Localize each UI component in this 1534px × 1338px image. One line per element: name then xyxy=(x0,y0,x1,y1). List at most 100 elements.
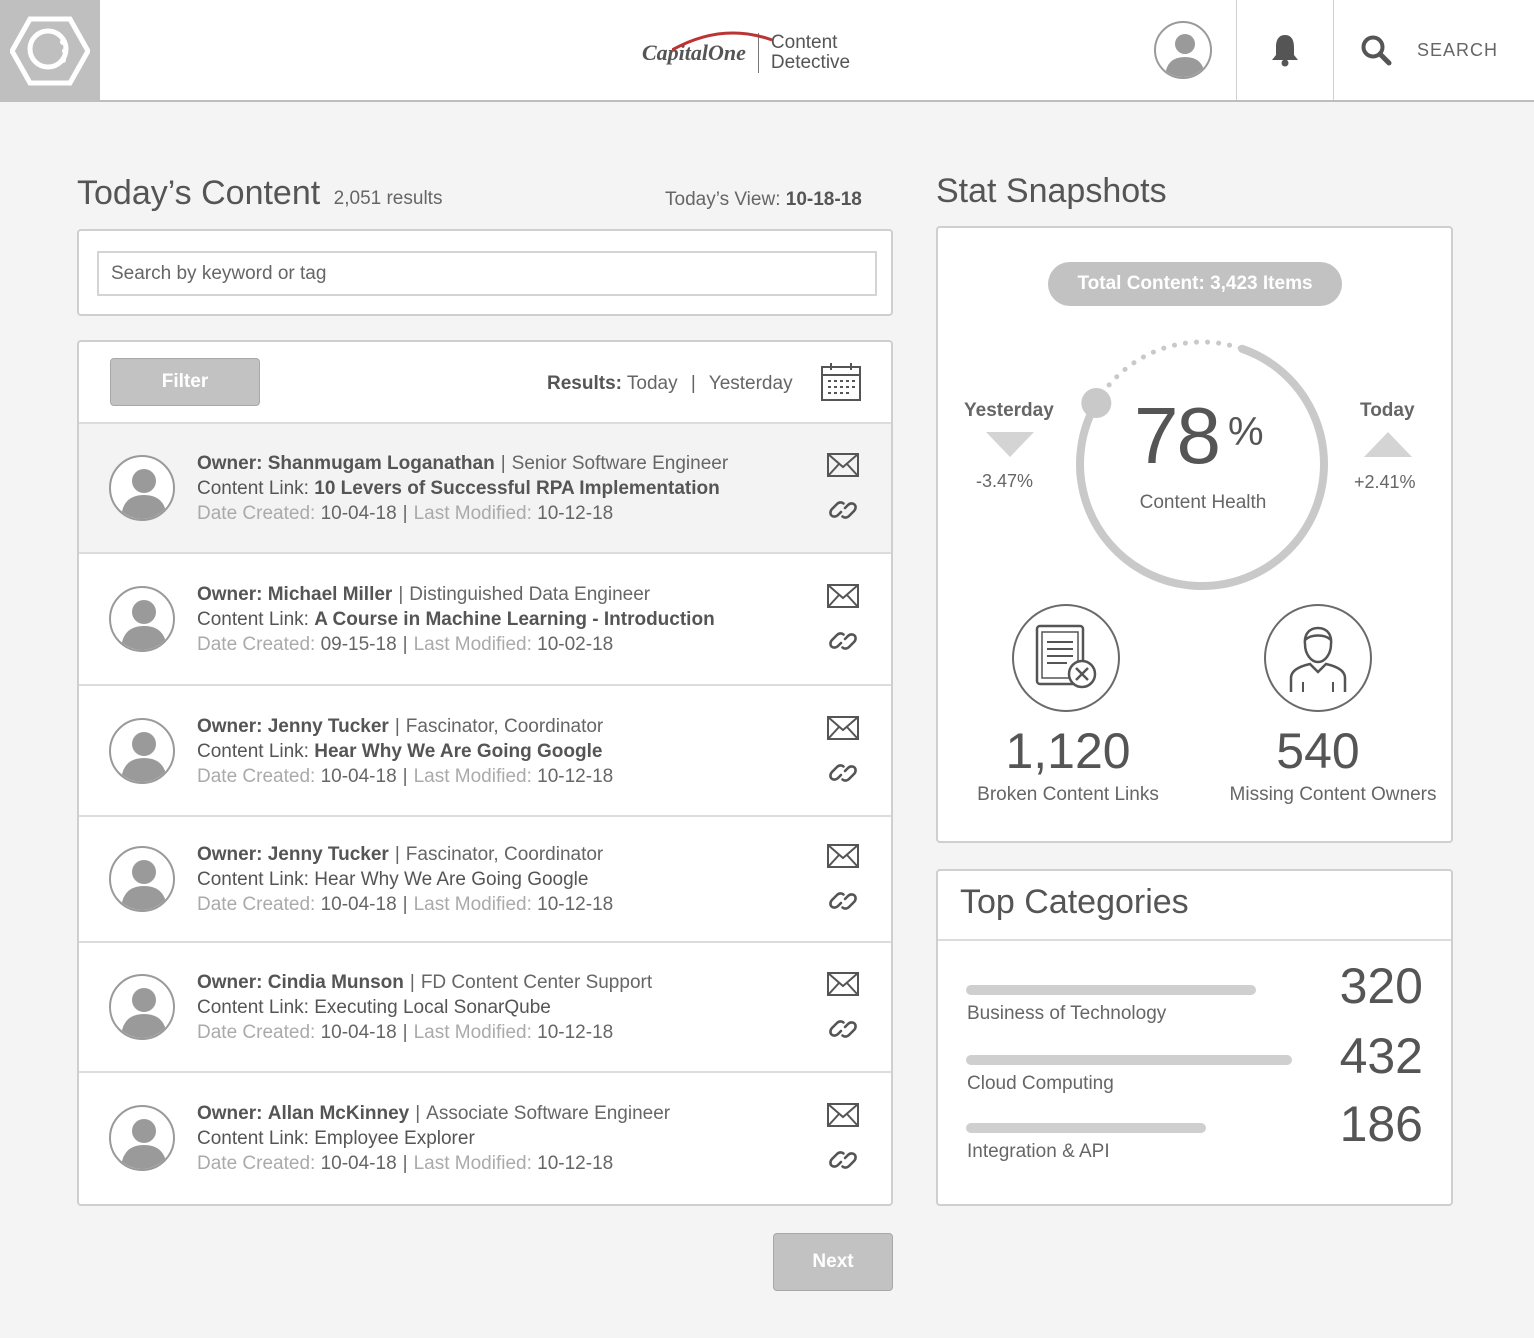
content-link-label: Content Link: xyxy=(197,869,309,890)
mail-icon xyxy=(827,453,859,477)
copy-link-button[interactable] xyxy=(828,626,858,661)
avatar xyxy=(109,717,175,784)
copy-link-button[interactable] xyxy=(828,495,858,530)
list-item[interactable]: Owner: Michael Miller | Distinguished Data… xyxy=(79,554,891,686)
owner-name[interactable]: Allan McKinney xyxy=(268,1103,409,1124)
copy-link-button[interactable] xyxy=(828,886,858,921)
list-item[interactable]: Owner: Shanmugam Loganathan | Senior Softw… xyxy=(79,424,891,554)
owner-name[interactable]: Shanmugam Loganathan xyxy=(268,453,495,474)
last-modified-label: Last Modified: xyxy=(413,634,532,655)
filter-button[interactable]: Filter xyxy=(110,358,260,406)
missing-owners-label: Missing Content Owners xyxy=(1229,784,1437,805)
page-title: Today’s Content 2,051 results xyxy=(77,174,442,213)
header-search-button[interactable] xyxy=(1360,34,1392,71)
calendar-button[interactable] xyxy=(821,362,861,407)
mail-icon xyxy=(827,584,859,608)
content-link[interactable]: A Course in Machine Learning - Introduct… xyxy=(314,609,714,630)
list-item[interactable]: Owner: Jenny Tucker | Fascinator, Coordina… xyxy=(79,686,891,817)
category-name[interactable]: Integration & API xyxy=(967,1141,1110,1163)
row-details: Owner: Cindia Munson | FD Content Center S… xyxy=(197,970,652,1045)
owner-label: Owner: xyxy=(197,972,263,993)
content-link[interactable]: Employee Explorer xyxy=(314,1128,475,1149)
today-view: Today’s View: 10-18-18 xyxy=(665,189,862,211)
row-details: Owner: Jenny Tucker | Fascinator, Coordina… xyxy=(197,842,613,917)
bell-icon xyxy=(1272,35,1298,67)
missing-owners-badge xyxy=(1264,604,1372,712)
category-count: 432 xyxy=(1339,1028,1423,1084)
owner-name[interactable]: Cindia Munson xyxy=(268,972,404,993)
date-created-label: Date Created: xyxy=(197,1022,316,1043)
mail-icon xyxy=(827,715,859,740)
results-yesterday-option[interactable]: Yesterday xyxy=(709,373,793,394)
yesterday-label: Yesterday xyxy=(964,400,1054,421)
owner-line: Owner: Michael Miller | Distinguished Data… xyxy=(197,582,715,607)
content-link-label: Content Link: xyxy=(197,997,309,1018)
last-modified-label: Last Modified: xyxy=(413,765,532,787)
content-link[interactable]: Hear Why We Are Going Google xyxy=(314,741,602,762)
row-details: Owner: Jenny Tucker | Fascinator, Coordina… xyxy=(197,714,613,789)
owner-name[interactable]: Jenny Tucker xyxy=(268,716,389,737)
category-bar xyxy=(966,1055,1292,1065)
copy-link-button[interactable] xyxy=(828,1014,858,1049)
missing-owners-count: 540 xyxy=(1276,723,1360,779)
email-owner-button[interactable] xyxy=(827,453,859,482)
user-avatar-icon xyxy=(121,600,167,650)
header-separator xyxy=(1236,0,1237,100)
results-today-option[interactable]: Today xyxy=(627,373,678,394)
owner-name[interactable]: Michael Miller xyxy=(268,584,393,605)
email-owner-button[interactable] xyxy=(827,972,859,1001)
category-name[interactable]: Cloud Computing xyxy=(967,1073,1114,1095)
content-link[interactable]: Executing Local SonarQube xyxy=(314,997,551,1018)
content-link-label: Content Link: xyxy=(197,478,309,499)
top-categories-divider xyxy=(938,939,1451,941)
email-owner-button[interactable] xyxy=(827,584,859,613)
content-list-card: Filter Results: Today | Yesterday Owner:… xyxy=(77,340,893,1206)
owner-line: Owner: Shanmugam Loganathan | Senior Softw… xyxy=(197,451,728,476)
owner-label: Owner: xyxy=(197,1102,263,1124)
category-count: 320 xyxy=(1339,958,1423,1014)
copy-link-button[interactable] xyxy=(828,758,858,793)
list-item[interactable]: Owner: Allan McKinney | Associate Software… xyxy=(79,1073,891,1204)
dates-line: Date Created: 10-04-18 | Last Modified: 10… xyxy=(197,892,613,917)
content-link-label: Content Link: xyxy=(197,1127,309,1149)
header-search-label[interactable]: SEARCH xyxy=(1417,40,1498,61)
last-modified-label: Last Modified: xyxy=(413,1022,532,1043)
owner-divider: | xyxy=(415,1102,421,1124)
total-content-badge: Total Content: 3,423 Items xyxy=(1048,262,1342,306)
today-view-date: 10-18-18 xyxy=(785,189,862,210)
owner-line: Owner: Allan McKinney | Associate Software… xyxy=(197,1101,670,1126)
link-icon xyxy=(829,892,857,910)
list-item[interactable]: Owner: Cindia Munson | FD Content Center S… xyxy=(79,943,891,1073)
notifications-button[interactable] xyxy=(1269,33,1301,72)
top-header: CapitalOne Content Detective SEARCH xyxy=(0,0,1534,102)
owner-role: FD Content Center Support xyxy=(420,972,653,993)
owner-role: Fascinator, Coordinator xyxy=(405,715,604,737)
category-name[interactable]: Business of Technology xyxy=(967,1003,1166,1025)
list-item[interactable]: Owner: Jenny Tucker | Fascinator, Coordina… xyxy=(79,817,891,943)
link-icon xyxy=(829,632,857,650)
last-modified: 10-12-18 xyxy=(537,894,614,915)
email-owner-button[interactable] xyxy=(827,1102,859,1132)
copy-link-button[interactable] xyxy=(828,1145,858,1180)
row-details: Owner: Allan McKinney | Associate Software… xyxy=(197,1101,670,1176)
dates-divider: | xyxy=(402,503,408,524)
owner-role: Distinguished Data Engineer xyxy=(409,584,651,605)
last-modified: 10-12-18 xyxy=(537,1022,614,1043)
content-link[interactable]: 10 Levers of Successful RPA Implementati… xyxy=(314,478,719,499)
content-link-label: Content Link: xyxy=(197,609,309,630)
profile-avatar[interactable] xyxy=(1154,21,1212,79)
email-owner-button[interactable] xyxy=(827,844,859,873)
email-owner-button[interactable] xyxy=(827,715,859,745)
content-link[interactable]: Hear Why We Are Going Google xyxy=(314,869,588,890)
next-page-button[interactable]: Next xyxy=(773,1233,893,1291)
last-modified-label: Last Modified: xyxy=(413,503,532,524)
avatar xyxy=(109,455,175,521)
app-logo-tile[interactable] xyxy=(0,0,100,102)
keyword-search-input[interactable] xyxy=(97,251,877,296)
row-details: Owner: Shanmugam Loganathan | Senior Softw… xyxy=(197,451,728,526)
broken-links-label: Broken Content Links xyxy=(977,784,1159,805)
owner-divider: | xyxy=(409,972,415,993)
last-modified: 10-12-18 xyxy=(537,765,614,787)
document-error-icon xyxy=(1035,624,1097,689)
owner-name[interactable]: Jenny Tucker xyxy=(268,844,389,865)
